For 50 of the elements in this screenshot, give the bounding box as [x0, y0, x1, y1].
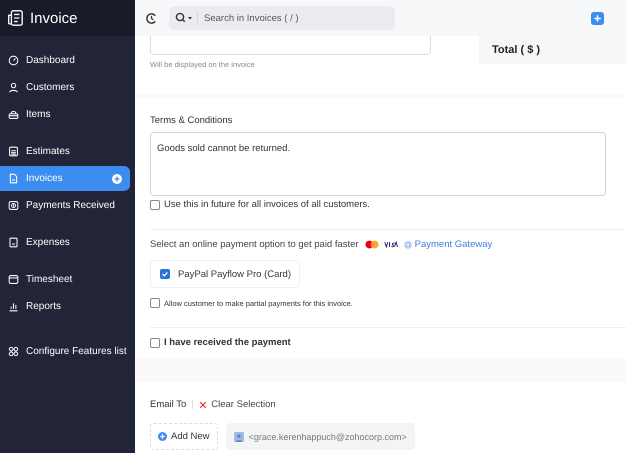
- search-icon: [175, 12, 198, 24]
- person-icon: [8, 82, 19, 93]
- recipient-chip[interactable]: <grace.kerenhappuch@zohocorp.com>: [226, 423, 415, 450]
- close-icon[interactable]: [199, 400, 208, 408]
- sidebar-item[interactable]: Expenses: [0, 230, 130, 255]
- terms-field[interactable]: Goods sold cannot be returned.: [150, 132, 606, 196]
- card-brand-icon: [384, 241, 398, 248]
- history-icon[interactable]: [145, 12, 158, 24]
- search-field[interactable]: Search in Invoices ( / ): [202, 12, 389, 24]
- gauge-icon: [8, 55, 19, 66]
- email-to-label: Email To: [150, 399, 186, 410]
- app-title: Invoice: [30, 10, 78, 26]
- payment-icon: [8, 200, 19, 211]
- notes-field[interactable]: [150, 36, 431, 55]
- sidebar-item[interactable]: Dashboard: [0, 48, 130, 73]
- payment-option[interactable]: PayPal Payflow Pro (Card): [150, 260, 300, 288]
- checkbox-label: Use this in future for all invoices of all customers.: [164, 199, 370, 210]
- checkbox[interactable]: [150, 298, 160, 308]
- calendar-icon: [8, 274, 19, 285]
- payment-prompt: Select an online payment option to get paid faster: [150, 239, 359, 250]
- basket-icon: [8, 109, 19, 120]
- search-bar[interactable]: Search in Invoices ( / ): [169, 6, 395, 30]
- gateway-icon: [404, 240, 412, 248]
- total-label: Total ( $ ): [492, 44, 540, 56]
- checkbox[interactable]: [150, 200, 160, 210]
- sidebar-item[interactable]: Configure Features list: [0, 339, 130, 364]
- receipt-icon: [8, 237, 19, 248]
- clear-selection-link[interactable]: Clear Selection: [211, 399, 276, 410]
- checkbox[interactable]: [160, 269, 170, 279]
- sidebar-item[interactable]: Payments Received: [0, 193, 130, 218]
- document-icon: [8, 173, 19, 184]
- sidebar-item[interactable]: Reports: [0, 294, 130, 319]
- calculator-icon: [8, 146, 19, 157]
- add-icon: [158, 432, 167, 441]
- sidebar-item[interactable]: Customers: [0, 75, 130, 100]
- avatar-icon: [234, 432, 244, 442]
- card-logo-icon: [364, 240, 379, 249]
- terms-label: Terms & Conditions: [150, 115, 234, 126]
- payment-gateway-link[interactable]: Payment Gateway: [414, 239, 492, 250]
- new-button-icon[interactable]: [591, 12, 604, 24]
- sidebar-item[interactable]: Items: [0, 102, 130, 127]
- grid-icon: [8, 346, 19, 357]
- sidebar-item[interactable]: Timesheet: [0, 267, 130, 292]
- add-new-button[interactable]: Add New: [150, 423, 218, 450]
- add-icon[interactable]: [112, 174, 122, 184]
- sidebar-item[interactable]: Estimates: [0, 139, 130, 164]
- checkbox[interactable]: [150, 338, 160, 348]
- invoice-logo-icon: [6, 9, 24, 27]
- bar-chart-icon: [8, 301, 19, 312]
- checkbox-label: I have received the payment: [164, 337, 291, 348]
